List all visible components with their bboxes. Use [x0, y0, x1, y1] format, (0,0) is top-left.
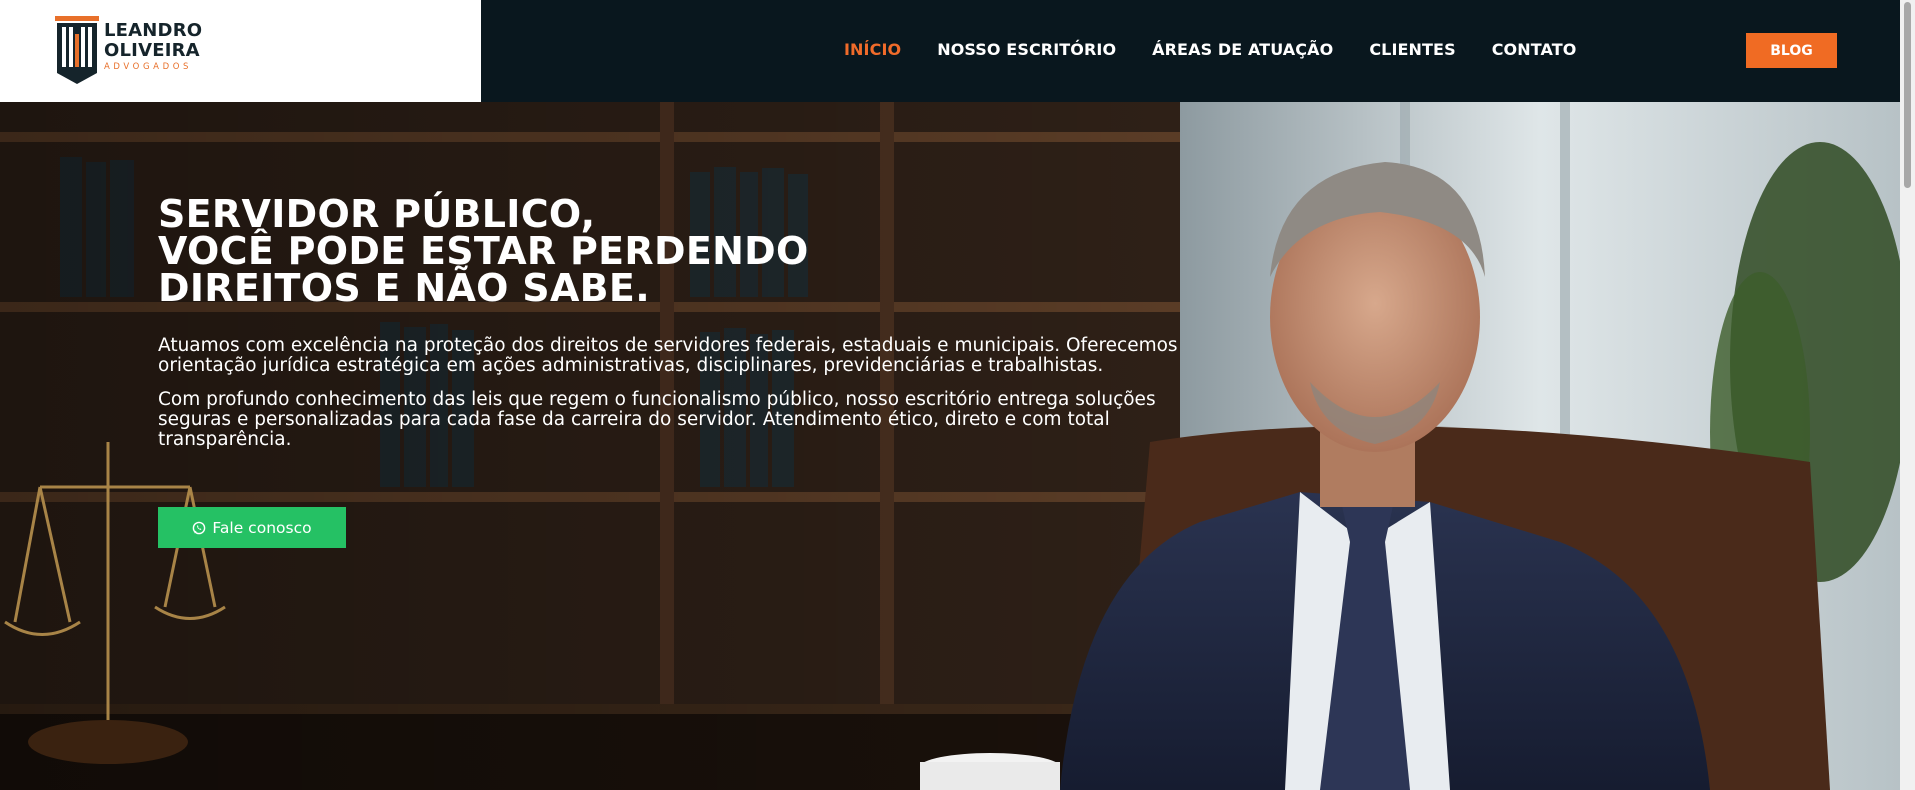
fale-conosco-label: Fale conosco [212, 518, 312, 537]
hero-paragraph-1: Atuamos com excelência na proteção dos d… [158, 335, 1178, 376]
logo-text: LEANDRO OLIVEIRA ADVOGADOS [104, 20, 203, 73]
logo-line-1: LEANDRO [104, 20, 203, 41]
hero-title: SERVIDOR PÚBLICO, VOCÊ PODE ESTAR PERDEN… [158, 192, 1218, 310]
page-scrollbar[interactable] [1900, 0, 1915, 790]
nav-item-nosso-escritorio[interactable]: NOSSO ESCRITÓRIO [937, 40, 1116, 59]
hero-section: SERVIDOR PÚBLICO, VOCÊ PODE ESTAR PERDEN… [0, 102, 1900, 790]
logo-line-2: OLIVEIRA [104, 40, 200, 61]
nav-item-inicio[interactable]: INÍCIO [844, 40, 901, 59]
hero-content: SERVIDOR PÚBLICO, VOCÊ PODE ESTAR PERDEN… [158, 192, 1218, 450]
logo[interactable]: LEANDRO OLIVEIRA ADVOGADOS [0, 0, 481, 102]
nav-item-contato[interactable]: CONTATO [1492, 40, 1577, 59]
logo-line-3: ADVOGADOS [104, 62, 192, 72]
main-nav: INÍCIO NOSSO ESCRITÓRIO ÁREAS DE ATUAÇÃO… [844, 40, 1576, 59]
whatsapp-icon [193, 521, 206, 534]
fale-conosco-button[interactable]: Fale conosco [158, 507, 346, 548]
blog-button[interactable]: BLOG [1746, 33, 1837, 68]
hero-title-line-3: DIREITOS E NÃO SABE. [158, 266, 650, 310]
hero-title-line-1: SERVIDOR PÚBLICO, [158, 192, 596, 236]
nav-item-clientes[interactable]: CLIENTES [1369, 40, 1455, 59]
hero-paragraph-2: Com profundo conhecimento das leis que r… [158, 389, 1156, 450]
scrollbar-thumb[interactable] [1904, 2, 1911, 188]
logo-icon [55, 16, 99, 84]
hero-title-line-2: VOCÊ PODE ESTAR PERDENDO [158, 229, 809, 273]
site-header: LEANDRO OLIVEIRA ADVOGADOS INÍCIO NOSSO … [0, 0, 1900, 102]
nav-item-areas-de-atuacao[interactable]: ÁREAS DE ATUAÇÃO [1152, 40, 1333, 59]
